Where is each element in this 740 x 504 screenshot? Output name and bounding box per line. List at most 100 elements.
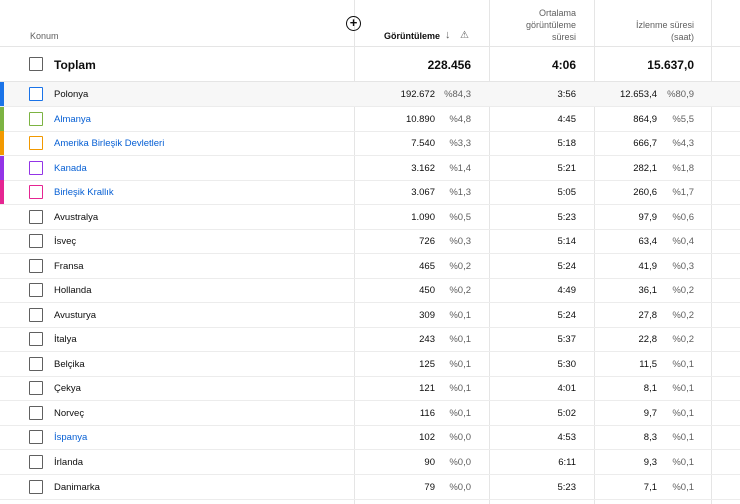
row-checkbox[interactable] [29, 185, 43, 199]
views-value: 192.672 [400, 89, 435, 100]
table-row[interactable]: Avusturya 309 %0,1 5:24 27,8 %0,2 [0, 303, 740, 328]
row-checkbox[interactable] [29, 455, 43, 469]
row-checkbox[interactable] [29, 308, 43, 322]
avg-duration-value: 5:18 [557, 138, 577, 149]
country-name[interactable]: Norveç [54, 408, 84, 419]
row-checkbox[interactable] [29, 259, 43, 273]
views-value: 1.090 [411, 212, 435, 223]
table-row[interactable]: Avustralya 1.090 %0,5 5:23 97,9 %0,6 [0, 205, 740, 230]
watch-time-value: 9,7 [643, 408, 657, 419]
avg-duration-value: 5:23 [557, 482, 577, 493]
table-row[interactable]: İsveç 726 %0,3 5:14 63,4 %0,4 [0, 229, 740, 254]
row-checkbox[interactable] [29, 161, 43, 175]
country-name[interactable]: Almanya [54, 114, 91, 125]
watch-time-percent: %0,1 [672, 408, 694, 419]
column-header-views[interactable]: Görüntüleme [384, 31, 440, 41]
row-checkbox[interactable] [29, 406, 43, 420]
country-name[interactable]: Danimarka [54, 482, 100, 493]
row-checkbox[interactable] [29, 480, 43, 494]
table-row[interactable]: Amerika Birleşik Devletleri 7.540 %3,3 5:18… [0, 131, 740, 156]
total-avg-duration: 4:06 [551, 58, 576, 72]
country-name[interactable]: Belçika [54, 359, 85, 370]
warning-icon[interactable]: ⚠ [460, 30, 469, 41]
row-checkbox[interactable] [29, 112, 43, 126]
watch-time-percent: %0,1 [672, 359, 694, 370]
country-name[interactable]: Avusturya [54, 310, 96, 321]
row-checkbox[interactable] [29, 430, 43, 444]
views-percent: %0,1 [449, 408, 471, 419]
row-checkbox[interactable] [29, 87, 43, 101]
series-color-bar [0, 107, 4, 131]
column-header-location[interactable]: Konum [30, 31, 59, 41]
row-checkbox[interactable] [29, 381, 43, 395]
country-name[interactable]: Çekya [54, 383, 81, 394]
avg-duration-value: 5:05 [557, 187, 577, 198]
country-name[interactable]: Birleşik Krallık [54, 187, 114, 198]
country-name[interactable]: Hollanda [54, 285, 92, 296]
watch-time-value: 27,8 [638, 310, 658, 321]
avg-duration-value: 5:24 [557, 261, 577, 272]
views-percent: %84,3 [444, 89, 471, 100]
views-percent: %1,4 [449, 163, 471, 174]
avg-duration-value: 4:53 [557, 432, 577, 443]
row-checkbox[interactable] [29, 357, 43, 371]
views-value: 243 [419, 334, 435, 345]
watch-time-percent: %0,2 [672, 334, 694, 345]
column-header-watch-time[interactable]: İzlenme süresi (saat) [594, 19, 694, 43]
row-checkbox[interactable] [29, 136, 43, 150]
watch-time-value: 8,3 [643, 432, 657, 443]
add-metric-icon[interactable]: + [346, 16, 361, 31]
country-name[interactable]: İspanya [54, 432, 87, 443]
country-name[interactable]: İtalya [54, 334, 77, 345]
country-name[interactable]: Kanada [54, 163, 87, 174]
table-row[interactable]: Hollanda 450 %0,2 4:49 36,1 %0,2 [0, 278, 740, 303]
avg-duration-value: 5:37 [557, 334, 577, 345]
table-row[interactable]: Polonya 192.672 %84,3 3:56 12.653,4 %80,9 [0, 82, 740, 107]
views-value: 90 [424, 457, 435, 468]
table-row[interactable]: İspanya 102 %0,0 4:53 8,3 %0,1 [0, 425, 740, 450]
table-row[interactable]: Danimarka 79 %0,0 5:23 7,1 %0,1 [0, 475, 740, 500]
series-color-bar [0, 156, 4, 180]
row-checkbox[interactable] [29, 210, 43, 224]
total-label: Toplam [54, 58, 96, 72]
sort-descending-icon[interactable]: ↓ [445, 29, 451, 41]
table-row[interactable]: Belçika 125 %0,1 5:30 11,5 %0,1 [0, 352, 740, 377]
table-row[interactable]: Norveç 116 %0,1 5:02 9,7 %0,1 [0, 401, 740, 426]
table-header: Konum + Görüntüleme ↓ ⚠ Ortalama görüntü… [0, 0, 740, 47]
views-value: 79 [424, 482, 435, 493]
table-row[interactable]: İtalya 243 %0,1 5:37 22,8 %0,2 [0, 327, 740, 352]
table-row[interactable]: Kanada 3.162 %1,4 5:21 282,1 %1,8 [0, 156, 740, 181]
watch-time-percent: %0,6 [672, 212, 694, 223]
total-views: 228.456 [427, 58, 471, 72]
table-row[interactable]: İrlanda 90 %0,0 6:11 9,3 %0,1 [0, 450, 740, 475]
views-value: 3.162 [411, 163, 435, 174]
views-value: 121 [419, 383, 435, 394]
row-checkbox[interactable] [29, 283, 43, 297]
watch-time-value: 864,9 [633, 114, 657, 125]
column-header-avg-duration[interactable]: Ortalama görüntüleme süresi [486, 7, 576, 43]
country-name[interactable]: İsveç [54, 236, 76, 247]
row-checkbox[interactable] [29, 332, 43, 346]
avg-duration-value: 5:24 [557, 310, 577, 321]
table-row[interactable]: Birleşik Krallık 3.067 %1,3 5:05 260,6 %1,7 [0, 180, 740, 205]
views-value: 116 [419, 408, 435, 419]
series-color-bar [0, 180, 4, 204]
watch-time-value: 260,6 [633, 187, 657, 198]
watch-time-percent: %0,2 [672, 285, 694, 296]
country-name[interactable]: Amerika Birleşik Devletleri [54, 138, 164, 149]
watch-time-value: 97,9 [638, 212, 658, 223]
watch-time-value: 9,3 [643, 457, 657, 468]
watch-time-value: 282,1 [633, 163, 657, 174]
table-row[interactable]: Çekya 121 %0,1 4:01 8,1 %0,1 [0, 376, 740, 401]
country-name[interactable]: Avustralya [54, 212, 98, 223]
watch-time-percent: %0,1 [672, 457, 694, 468]
total-watch-time: 15.637,0 [647, 58, 694, 72]
country-name[interactable]: Fransa [54, 261, 84, 272]
country-name[interactable]: Polonya [54, 89, 88, 100]
country-name[interactable]: İrlanda [54, 457, 83, 468]
select-all-checkbox[interactable] [29, 57, 43, 71]
row-checkbox[interactable] [29, 234, 43, 248]
views-percent: %0,3 [449, 236, 471, 247]
table-row[interactable]: Almanya 10.890 %4,8 4:45 864,9 %5,5 [0, 107, 740, 132]
table-row[interactable]: Fransa 465 %0,2 5:24 41,9 %0,3 [0, 254, 740, 279]
